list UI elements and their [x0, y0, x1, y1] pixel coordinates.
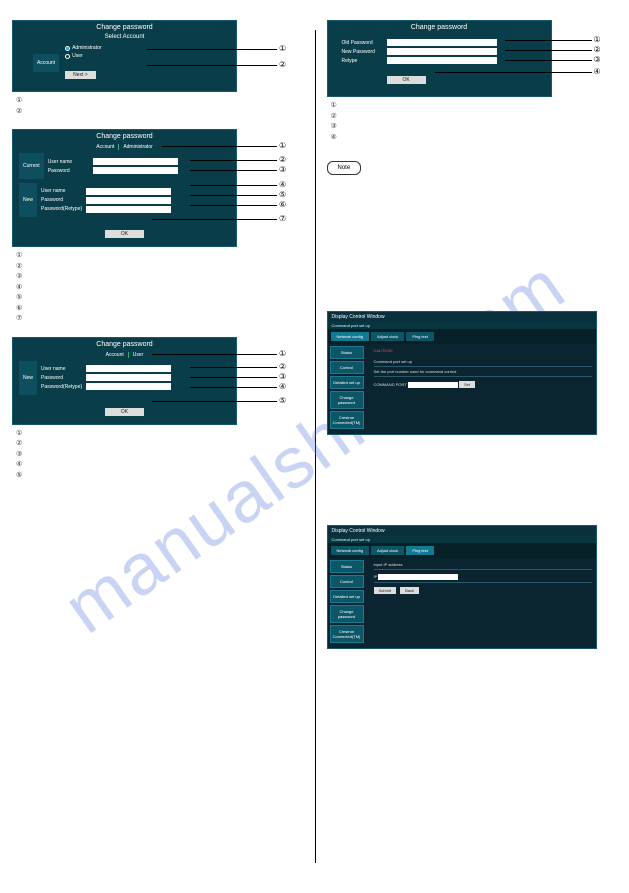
back-button[interactable]: Back [400, 587, 419, 594]
legend-list-1: ① ② [16, 96, 303, 117]
new-password-label: New Password [342, 49, 387, 55]
old-password-input[interactable] [387, 39, 497, 46]
old-password-label: Old Password [342, 40, 387, 46]
callout-1: ① [279, 44, 286, 53]
new-password-retype-input[interactable] [86, 206, 171, 213]
new-section: New [19, 361, 37, 395]
control-window-2: Display Control Window Command port set … [327, 525, 597, 649]
tab-network-config[interactable]: Network config [331, 546, 369, 555]
account-label: Account [33, 54, 59, 72]
password-label: Password [48, 168, 93, 174]
legend-list-3: ①②③④⑤ [16, 429, 303, 482]
caution-text: CAUTION! [374, 348, 592, 353]
tab-adjust-clock[interactable]: Adjust clock [371, 332, 404, 341]
password-label: Password [41, 375, 86, 381]
new-password-input[interactable] [86, 197, 171, 204]
current-password-input[interactable] [93, 167, 178, 174]
new-username-input[interactable] [86, 365, 171, 372]
submit-button[interactable]: Submit [374, 587, 396, 594]
window-title: Display Control Window [328, 526, 596, 536]
tab-adjust-clock[interactable]: Adjust clock [371, 546, 404, 555]
side-nav: Status Control Detailed set up Change pa… [328, 344, 366, 431]
ip-short-label: IP [374, 574, 378, 579]
new-password-retype-input[interactable] [86, 383, 171, 390]
command-port-label: COMMAND PORT [374, 382, 407, 387]
side-status[interactable]: Status [330, 560, 364, 573]
legend-list-2: ①②③④⑤⑥⑦ [16, 251, 303, 325]
account-label: Account [106, 352, 124, 358]
radio-administrator[interactable]: Administrator [65, 44, 216, 52]
panel-select-account: Change password Select Account Account A… [12, 20, 237, 92]
side-detailed[interactable]: Detailed set up [330, 590, 364, 603]
side-control[interactable]: Control [330, 361, 364, 374]
retype-label: Retype [342, 58, 387, 64]
side-crestron[interactable]: Crestron Connected(TM) [330, 411, 364, 429]
username-label: User name [41, 366, 86, 372]
window-subtitle: Command port set up [328, 536, 596, 543]
ok-button[interactable]: OK [105, 408, 144, 416]
tab-ping-test[interactable]: Ping test [406, 332, 434, 341]
password-label: Password [41, 197, 86, 203]
right-column: Change password Old Password New Passwor… [315, 0, 629, 893]
side-change-password[interactable]: Change password [330, 391, 364, 409]
next-button[interactable]: Next > [65, 71, 96, 79]
new-password-input[interactable] [387, 48, 497, 55]
content-text: Set the port number used for command con… [374, 369, 592, 374]
account-value: Administrator [118, 144, 152, 150]
username-label: User name [48, 159, 93, 165]
password-retype-label: Password(Retype) [41, 206, 86, 212]
tab-network-config[interactable]: Network config [331, 332, 369, 341]
tab-bar: Network config Adjust clock Ping test [328, 329, 596, 344]
command-port-input[interactable] [408, 382, 458, 388]
retype-input[interactable] [387, 57, 497, 64]
content-heading: Command port set up [374, 359, 592, 364]
panel-title: Change password [13, 21, 236, 34]
tab-ping-test[interactable]: Ping test [406, 546, 434, 555]
window-subtitle: Command port set up [328, 322, 596, 329]
left-column: Change password Select Account Account A… [0, 0, 315, 893]
radio-user[interactable]: User [65, 52, 216, 60]
side-crestron[interactable]: Crestron Connected(TM) [330, 625, 364, 643]
side-detailed[interactable]: Detailed set up [330, 376, 364, 389]
tab-bar: Network config Adjust clock Ping test [328, 543, 596, 558]
username-label: User name [41, 188, 86, 194]
control-window-1: Display Control Window Command port set … [327, 311, 597, 435]
window-title: Display Control Window [328, 312, 596, 322]
account-label: Account [96, 144, 114, 150]
ip-label: Input IP address [374, 562, 592, 567]
set-button[interactable]: Set [459, 381, 475, 388]
new-username-input[interactable] [86, 188, 171, 195]
ok-button[interactable]: OK [105, 230, 144, 238]
side-control[interactable]: Control [330, 575, 364, 588]
new-section: New [19, 183, 37, 217]
ip-input[interactable] [378, 574, 458, 580]
side-nav: Status Control Detailed set up Change pa… [328, 558, 366, 645]
current-username-input[interactable] [93, 158, 178, 165]
ok-button[interactable]: OK [387, 76, 426, 84]
callout-2: ② [279, 60, 286, 69]
password-retype-label: Password(Retype) [41, 384, 86, 390]
account-value: User [128, 352, 144, 358]
panel-title: Change password [13, 338, 236, 351]
legend-list-4: ①②③④ [331, 101, 618, 143]
panel-change-password-user: Change password Account User New User na… [12, 337, 237, 425]
side-status[interactable]: Status [330, 346, 364, 359]
new-password-input[interactable] [86, 374, 171, 381]
panel-change-password-simple: Change password Old Password New Passwor… [327, 20, 552, 97]
note-box: Note [327, 161, 362, 175]
side-change-password[interactable]: Change password [330, 605, 364, 623]
current-section: Current [19, 153, 44, 179]
panel-title: Change password [13, 130, 236, 143]
panel-title: Change password [328, 21, 551, 34]
